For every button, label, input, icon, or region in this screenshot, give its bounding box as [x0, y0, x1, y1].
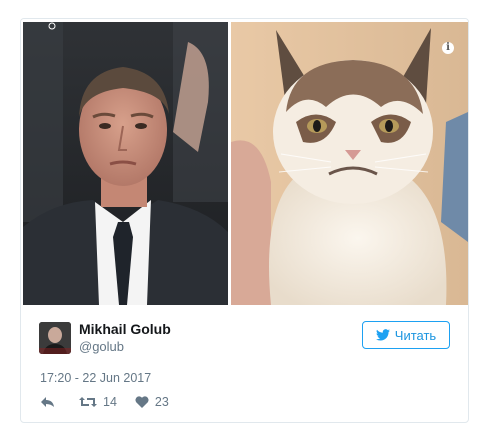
heart-icon [135, 396, 149, 408]
follow-button[interactable]: Читать [362, 321, 450, 349]
tweet-author[interactable]: Mikhail Golub @golub [39, 321, 171, 355]
info-icon[interactable]: i [442, 42, 454, 54]
avatar[interactable] [39, 322, 71, 354]
author-handle[interactable]: @golub [79, 338, 171, 355]
tweet-media[interactable]: i [21, 19, 468, 306]
grumpy-cat-photo[interactable]: i [231, 22, 468, 305]
tweet-actions: 14 23 [40, 395, 187, 409]
tweet-timestamp[interactable]: 17:20 - 22 Jun 2017 [40, 371, 151, 385]
retweet-count: 14 [103, 395, 117, 409]
like-button[interactable]: 23 [135, 395, 169, 409]
politician-photo[interactable] [23, 22, 228, 305]
twitter-bird-icon [375, 329, 390, 341]
reply-button[interactable] [40, 396, 61, 408]
follow-label: Читать [394, 327, 437, 343]
author-name[interactable]: Mikhail Golub [79, 321, 171, 338]
retweet-button[interactable]: 14 [79, 395, 117, 409]
reply-icon [41, 397, 54, 407]
tweet-card: i Mikhail Golub @golub Читать 17:20 - 22… [20, 18, 469, 423]
retweet-icon [79, 397, 97, 407]
like-count: 23 [154, 395, 169, 409]
watermark-icon [48, 22, 56, 30]
